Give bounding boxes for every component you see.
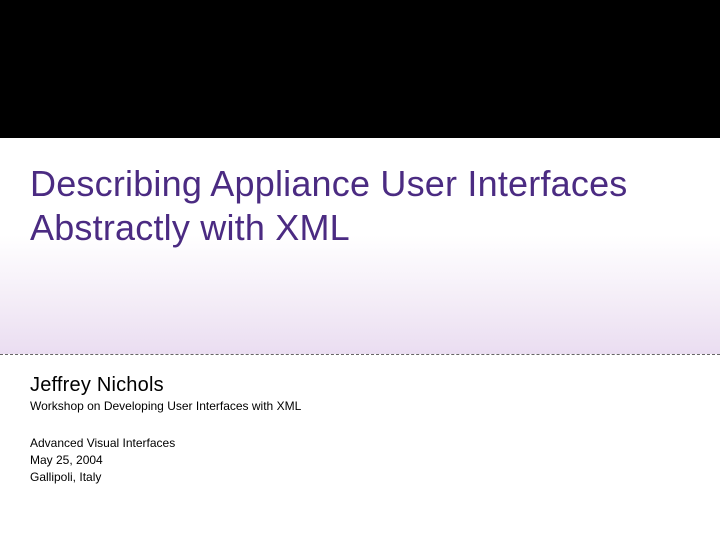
author-name: Jeffrey Nichols <box>30 374 690 397</box>
conference-name: Advanced Visual Interfaces <box>30 435 690 452</box>
slide-title: Describing Appliance User Interfaces Abs… <box>30 162 690 250</box>
presentation-date: May 25, 2004 <box>30 452 690 469</box>
title-region: Describing Appliance User Interfaces Abs… <box>0 138 720 354</box>
presentation-location: Gallipoli, Italy <box>30 469 690 486</box>
dashed-divider <box>0 354 720 355</box>
workshop-name: Workshop on Developing User Interfaces w… <box>30 399 690 413</box>
top-black-bar <box>0 0 720 138</box>
info-region: Jeffrey Nichols Workshop on Developing U… <box>30 374 690 485</box>
